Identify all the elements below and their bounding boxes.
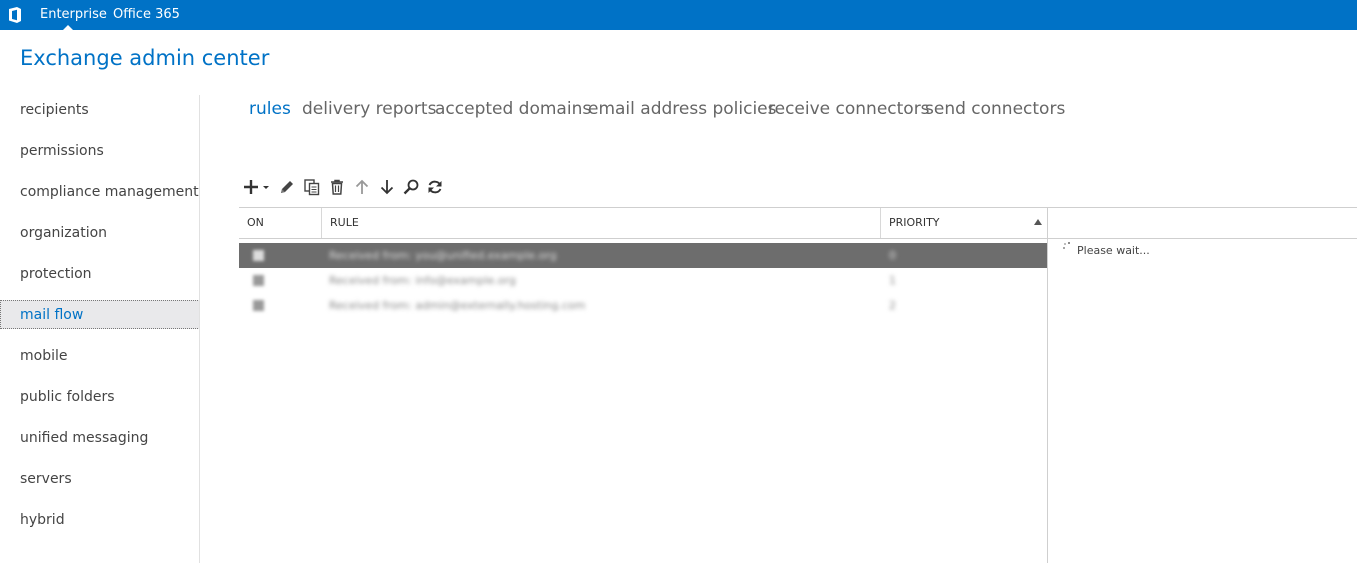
tab-send-connectors[interactable]: send connectors [925, 99, 1065, 119]
details-status-text: Please wait... [1077, 244, 1150, 257]
tab-accepted-domains[interactable]: accepted domains [435, 99, 591, 119]
rule-priority: 1 [889, 274, 896, 287]
search-icon[interactable] [402, 178, 420, 196]
office365-link[interactable]: Office 365 [113, 7, 180, 23]
enabled-checkbox[interactable] [253, 250, 264, 261]
nav-item-servers[interactable]: servers [0, 465, 200, 494]
nav-item-mobile[interactable]: mobile [0, 342, 200, 371]
table-row[interactable]: Received from: info@example.org 1 [239, 268, 1047, 293]
loading-spinner-icon [1063, 242, 1070, 249]
rule-priority: 0 [889, 249, 896, 262]
tab-email-address-policies[interactable]: email address policies [588, 99, 777, 119]
move-up-icon[interactable] [353, 178, 371, 196]
nav-item-unified-messaging[interactable]: unified messaging [0, 424, 200, 453]
active-indicator [63, 25, 73, 30]
suite-bar: Enterprise Office 365 [0, 0, 1357, 30]
nav-divider [199, 95, 200, 563]
rule-name: Received from: info@example.org [329, 274, 516, 287]
nav-item-permissions[interactable]: permissions [0, 137, 200, 166]
nav-item-public-folders[interactable]: public folders [0, 383, 200, 412]
sort-ascending-icon [1034, 219, 1042, 225]
app-title: Exchange admin center [20, 46, 270, 70]
enterprise-link[interactable]: Enterprise [40, 7, 107, 23]
column-header-priority[interactable]: PRIORITY [881, 208, 1047, 238]
office-logo-icon[interactable] [6, 6, 24, 24]
rule-priority: 2 [889, 299, 896, 312]
copy-icon[interactable] [303, 178, 321, 196]
nav-item-protection[interactable]: protection [0, 260, 200, 289]
add-icon[interactable] [243, 178, 271, 196]
column-header-rule[interactable]: RULE [322, 208, 880, 238]
table-row[interactable]: Received from: admin@externally.hosting.… [239, 293, 1047, 318]
enabled-checkbox[interactable] [253, 275, 264, 286]
edit-icon[interactable] [278, 178, 296, 196]
enabled-checkbox[interactable] [253, 300, 264, 311]
move-down-icon[interactable] [378, 178, 396, 196]
details-pane-divider [1047, 208, 1048, 563]
tab-delivery-reports[interactable]: delivery reports [302, 99, 436, 119]
nav-item-mail-flow[interactable]: mail flow [0, 300, 200, 329]
delete-icon[interactable] [328, 178, 346, 196]
grid-header-bottom-border [239, 238, 1357, 239]
refresh-icon[interactable] [426, 178, 444, 196]
rule-name: Received from: admin@externally.hosting.… [329, 299, 586, 312]
nav-item-compliance-management[interactable]: compliance management [0, 178, 200, 207]
tab-rules[interactable]: rules [249, 99, 291, 119]
nav-item-hybrid[interactable]: hybrid [0, 506, 200, 535]
nav-item-organization[interactable]: organization [0, 219, 200, 248]
nav-item-recipients[interactable]: recipients [0, 96, 200, 125]
column-header-on[interactable]: ON [239, 208, 321, 238]
rule-name: Received from: you@unified.example.org [329, 249, 557, 262]
tab-receive-connectors[interactable]: receive connectors [768, 99, 930, 119]
table-row[interactable]: Received from: you@unified.example.org 0 [239, 243, 1047, 268]
